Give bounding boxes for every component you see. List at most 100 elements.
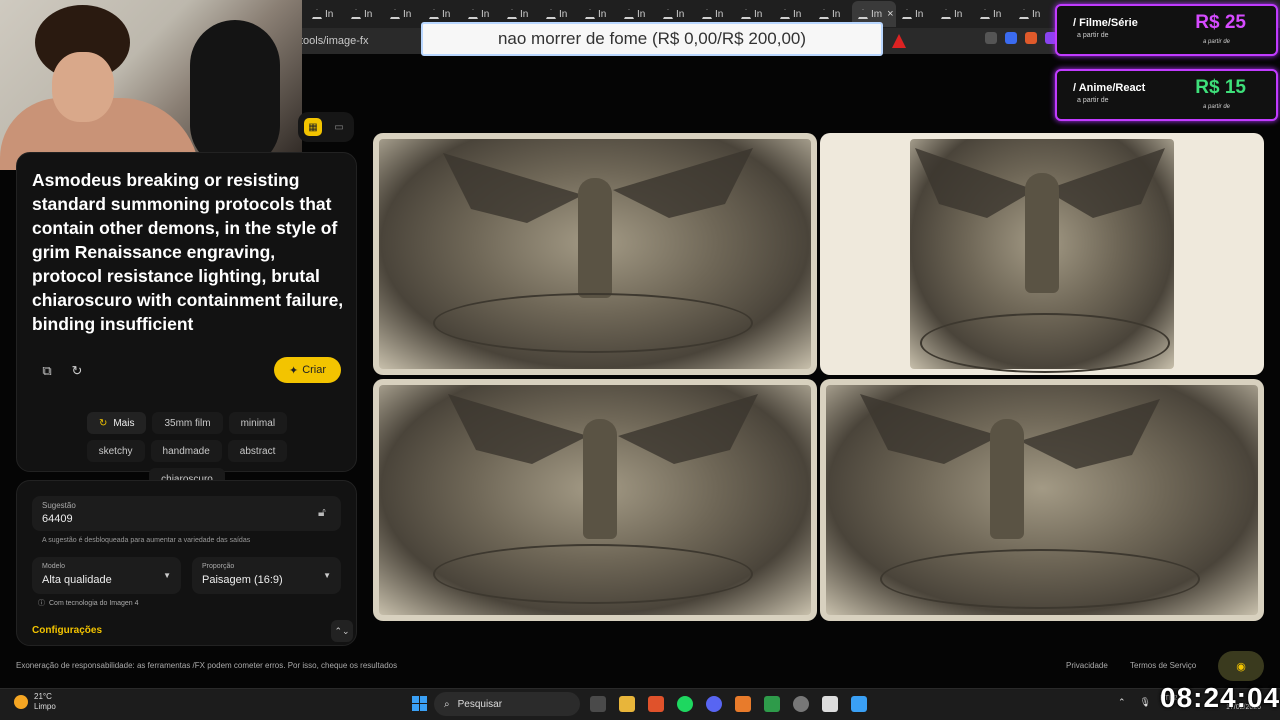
chip-mais[interactable]: ↻ Mais bbox=[86, 412, 147, 434]
unlock-icon[interactable]: 🔓︎ bbox=[318, 505, 326, 520]
powered-by-text: Com tecnologia do Imagen 4 bbox=[49, 599, 139, 607]
sparkle-icon: ✦ bbox=[288, 364, 299, 377]
tab-label: In bbox=[832, 8, 841, 20]
summoning-circle bbox=[433, 544, 753, 604]
extension-icon[interactable] bbox=[985, 32, 997, 44]
extension-icon[interactable] bbox=[1025, 32, 1037, 44]
system-tray: ⌃ 🎙︎ bbox=[1118, 697, 1151, 708]
spotify-icon[interactable] bbox=[677, 696, 693, 712]
browser-tab[interactable]: In bbox=[345, 1, 384, 27]
price-sub: a partir de bbox=[1077, 97, 1109, 104]
prompt-text[interactable]: Asmodeus breaking or resisting standard … bbox=[32, 168, 347, 336]
chip-minimal[interactable]: minimal bbox=[228, 412, 288, 434]
webcam-overlay bbox=[0, 0, 302, 170]
browser-tab[interactable]: In bbox=[384, 1, 423, 27]
tab-favicon-icon bbox=[585, 9, 595, 19]
tab-label: Im bbox=[871, 8, 883, 20]
chip-35mm-film[interactable]: 35mm film bbox=[152, 412, 223, 434]
price-value-sub: a partir de bbox=[1202, 104, 1230, 110]
tab-favicon-icon bbox=[546, 9, 556, 19]
browser-tab[interactable]: In bbox=[896, 1, 935, 27]
browser-tab[interactable]: In bbox=[974, 1, 1013, 27]
brave-browser-icon[interactable] bbox=[648, 696, 664, 712]
grid-view-icon[interactable]: ▦ bbox=[304, 118, 322, 136]
copy-icon[interactable]: ⧉ bbox=[38, 362, 56, 380]
tab-label: In bbox=[403, 8, 412, 20]
single-view-icon[interactable]: ▭ bbox=[330, 118, 348, 136]
browser-tab[interactable]: In bbox=[306, 1, 345, 27]
extension-icon[interactable] bbox=[1005, 32, 1017, 44]
seed-hint: A sugestão é desbloqueada para aumentar … bbox=[42, 537, 251, 544]
tab-label: In bbox=[598, 8, 607, 20]
donation-goal-text: nao morrer de fome (R$ 0,00/R$ 200,00) bbox=[497, 29, 807, 48]
windows-start-icon[interactable] bbox=[412, 696, 427, 711]
price-box-filme: / Filme/Série a partir de R$ 25 a partir… bbox=[1055, 4, 1278, 56]
price-sub: a partir de bbox=[1077, 32, 1109, 39]
model-value: Alta qualidade bbox=[42, 574, 112, 586]
chip-sketchy[interactable]: sketchy bbox=[86, 440, 145, 462]
refresh-icon[interactable]: ↻ bbox=[68, 362, 86, 380]
demon-figure bbox=[578, 178, 612, 298]
generated-image-3[interactable] bbox=[373, 379, 817, 621]
app-icon[interactable] bbox=[822, 696, 838, 712]
file-explorer-icon[interactable] bbox=[619, 696, 635, 712]
model-select[interactable]: Modelo Alta qualidade ▼ bbox=[32, 557, 181, 594]
help-icon[interactable]: ◉ bbox=[1218, 651, 1264, 681]
tab-label: In bbox=[915, 8, 924, 20]
discord-icon[interactable] bbox=[706, 696, 722, 712]
tab-label: In bbox=[993, 8, 1002, 20]
price-box-anime: / Anime/React a partir de R$ 15 a partir… bbox=[1055, 69, 1278, 121]
tab-favicon-icon bbox=[351, 9, 361, 19]
seed-field[interactable] bbox=[32, 496, 341, 531]
aspect-ratio-select[interactable]: Proporção Paisagem (16:9) ▼ bbox=[192, 557, 341, 594]
tab-label: In bbox=[754, 8, 763, 20]
task-view-icon[interactable] bbox=[590, 696, 606, 712]
tab-label: In bbox=[676, 8, 685, 20]
app-icon[interactable] bbox=[764, 696, 780, 712]
seed-value[interactable]: 64409 bbox=[42, 513, 73, 525]
chip-handmade[interactable]: handmade bbox=[150, 440, 222, 462]
settings-tab[interactable]: Configurações bbox=[32, 625, 102, 636]
chip-abstract[interactable]: abstract bbox=[227, 440, 288, 462]
app-icon[interactable] bbox=[735, 696, 751, 712]
collapse-icon[interactable]: ⌃⌄ bbox=[331, 620, 353, 642]
privacy-link[interactable]: Privacidade bbox=[1066, 661, 1108, 670]
tab-favicon-icon bbox=[468, 9, 478, 19]
powered-by: ⓘ Com tecnologia do Imagen 4 bbox=[38, 598, 139, 608]
dropdown-arrow-icon: ▼ bbox=[323, 571, 331, 580]
search-icon: ⌕ bbox=[444, 698, 450, 710]
microphone-icon[interactable]: 🎙︎ bbox=[1140, 697, 1151, 708]
terms-link[interactable]: Termos de Serviço bbox=[1130, 661, 1196, 670]
tab-label: In bbox=[364, 8, 373, 20]
browser-tab[interactable]: In bbox=[935, 1, 974, 27]
tab-favicon-icon bbox=[663, 9, 673, 19]
generated-image-4[interactable] bbox=[820, 379, 1264, 621]
browser-tab[interactable]: In bbox=[1013, 1, 1052, 27]
disclaimer-text: Exoneração de responsabilidade: as ferra… bbox=[16, 661, 398, 670]
taskbar-search[interactable]: ⌕ Pesquisar bbox=[434, 692, 580, 716]
tab-label: In bbox=[793, 8, 802, 20]
tab-label: In bbox=[442, 8, 451, 20]
chevron-up-icon[interactable]: ⌃ bbox=[1118, 697, 1126, 708]
create-button-label: Criar bbox=[302, 364, 327, 376]
tab-favicon-icon bbox=[390, 9, 400, 19]
generated-image-2[interactable] bbox=[820, 133, 1264, 375]
close-tab-icon[interactable]: × bbox=[887, 8, 893, 20]
price-value: R$ 25 bbox=[1195, 12, 1246, 33]
create-button[interactable]: ✦ Criar bbox=[274, 357, 341, 383]
tab-label: In bbox=[559, 8, 568, 20]
tab-label: In bbox=[954, 8, 963, 20]
tab-favicon-icon bbox=[429, 9, 439, 19]
tab-label: In bbox=[481, 8, 490, 20]
app-icon[interactable] bbox=[851, 696, 867, 712]
demon-figure bbox=[583, 419, 617, 539]
tab-label: In bbox=[1032, 8, 1041, 20]
tab-favicon-icon bbox=[312, 9, 322, 19]
tab-favicon-icon bbox=[702, 9, 712, 19]
obs-icon[interactable] bbox=[793, 696, 809, 712]
generated-image-1[interactable] bbox=[373, 133, 817, 375]
search-placeholder: Pesquisar bbox=[457, 698, 503, 710]
taskbar bbox=[0, 688, 1280, 720]
weather-widget[interactable]: 21°C Limpo bbox=[14, 692, 56, 712]
chip-label: Mais bbox=[113, 417, 135, 429]
